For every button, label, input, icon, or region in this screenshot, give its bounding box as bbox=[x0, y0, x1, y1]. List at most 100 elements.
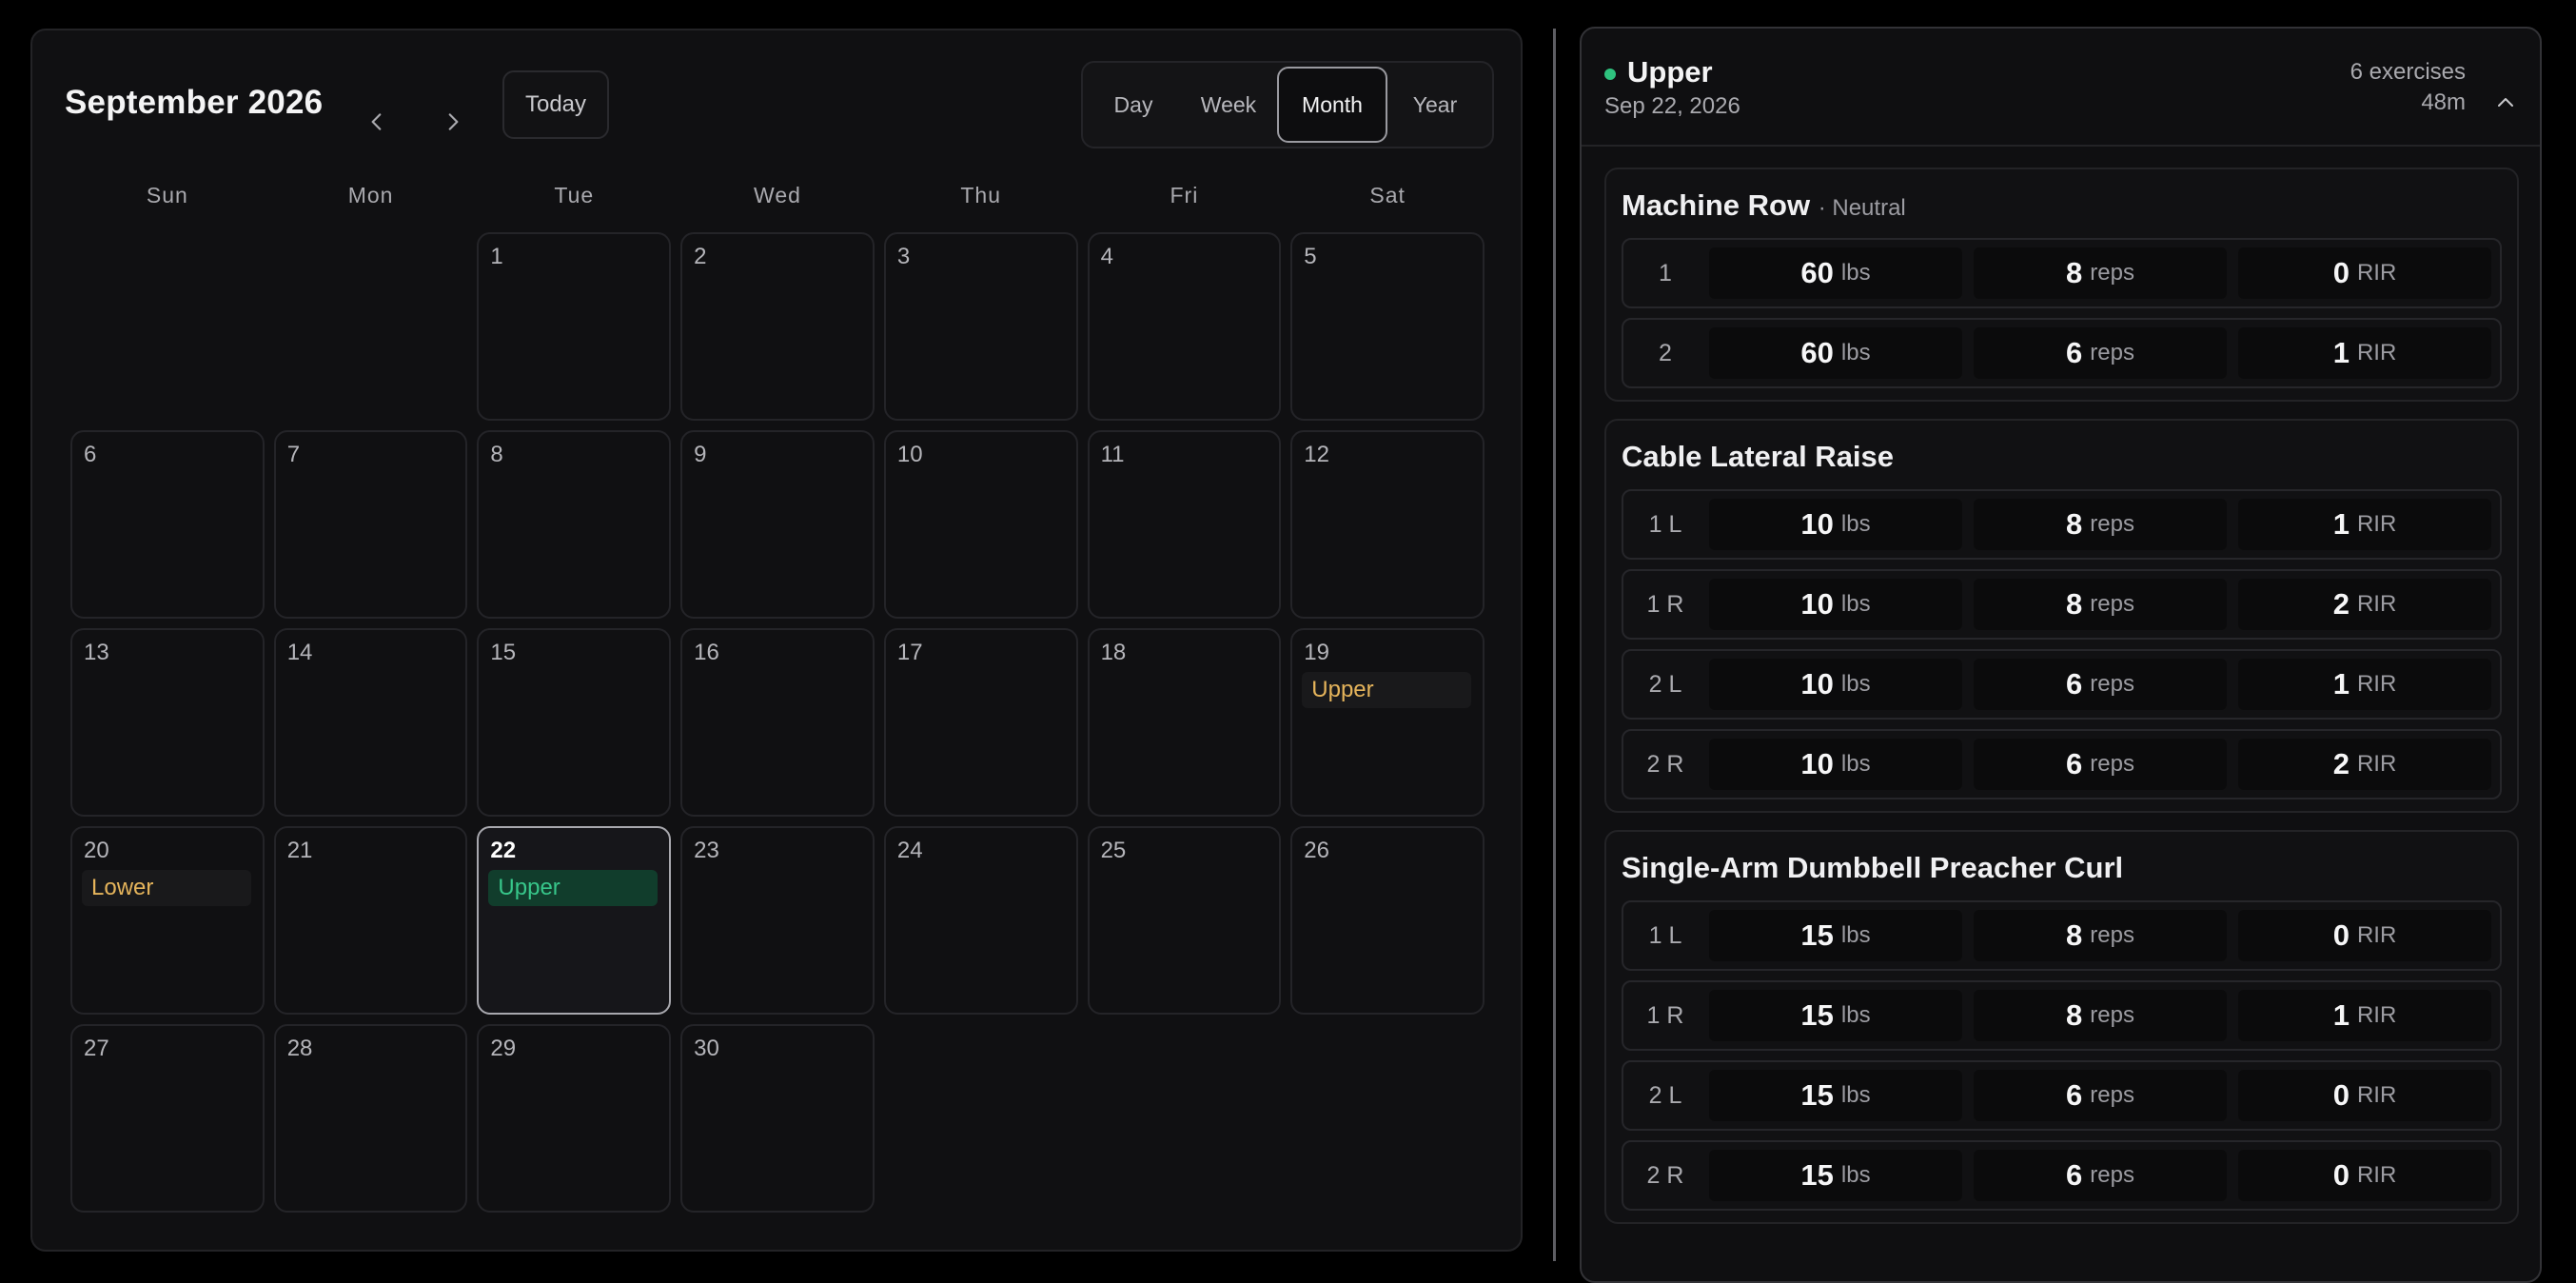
day-cell[interactable]: 17 bbox=[883, 628, 1078, 817]
day-cell[interactable]: 6 bbox=[70, 430, 265, 619]
set-row[interactable]: 1 L 10 lbs 8 reps 1 RIR bbox=[1622, 489, 2502, 560]
weight-value-field[interactable]: 10 lbs bbox=[1709, 499, 1962, 550]
rir-value-field[interactable]: 0 RIR bbox=[2238, 1070, 2491, 1121]
day-cell[interactable]: 22 Upper bbox=[477, 826, 672, 1015]
reps-value-field[interactable]: 8 reps bbox=[1974, 910, 2227, 961]
day-cell[interactable]: 11 bbox=[1087, 430, 1282, 619]
day-cell[interactable]: 20 Lower bbox=[70, 826, 265, 1015]
weight-value-field[interactable]: 15 lbs bbox=[1709, 990, 1962, 1041]
rir-value-field[interactable]: 2 RIR bbox=[2238, 579, 2491, 630]
exercise-count: 6 exercises bbox=[2350, 59, 2466, 85]
rir-value-field[interactable]: 0 RIR bbox=[2238, 1150, 2491, 1201]
weight-value-field[interactable]: 15 lbs bbox=[1709, 1070, 1962, 1121]
set-row[interactable]: 2 R 10 lbs 6 reps 2 RIR bbox=[1622, 729, 2502, 799]
exercise-title: Single-Arm Dumbbell Preacher Curl bbox=[1622, 851, 2123, 885]
rir-value-field[interactable]: 2 RIR bbox=[2238, 739, 2491, 790]
day-number: 2 bbox=[694, 244, 707, 269]
day-cell[interactable]: 3 bbox=[883, 232, 1078, 421]
weight-value-field[interactable]: 60 lbs bbox=[1709, 327, 1962, 379]
reps-value-field[interactable]: 8 reps bbox=[1974, 499, 2227, 550]
rir-value-field[interactable]: 0 RIR bbox=[2238, 910, 2491, 961]
reps-value-field[interactable]: 6 reps bbox=[1974, 327, 2227, 379]
rir-value-field[interactable]: 0 RIR bbox=[2238, 247, 2491, 299]
day-cell[interactable]: 9 bbox=[680, 430, 875, 619]
reps-value: 6 bbox=[2066, 1158, 2083, 1192]
weight-value-field[interactable]: 15 lbs bbox=[1709, 1150, 1962, 1201]
day-cell[interactable]: 19 Upper bbox=[1290, 628, 1485, 817]
reps-value-field[interactable]: 6 reps bbox=[1974, 659, 2227, 710]
view-switcher: Day Week Month Year bbox=[1081, 61, 1494, 148]
day-cell[interactable]: 13 bbox=[70, 628, 265, 817]
weight-value-field[interactable]: 60 lbs bbox=[1709, 247, 1962, 299]
weight-unit: lbs bbox=[1840, 1002, 1871, 1028]
reps-value-field[interactable]: 8 reps bbox=[1974, 579, 2227, 630]
weekday-label: Sun bbox=[146, 183, 188, 207]
day-number: 4 bbox=[1100, 244, 1113, 269]
exercise-card: Machine Row · Neutral 1 60 lbs 8 reps 0 RIR 2 60 l… bbox=[1604, 168, 2519, 402]
exercise-card: Single-Arm Dumbbell Preacher Curl 1 L 15 lb… bbox=[1604, 830, 2519, 1224]
day-cell[interactable]: 18 bbox=[1087, 628, 1282, 817]
day-cell[interactable]: 28 bbox=[273, 1024, 468, 1213]
view-month-tab[interactable]: Month bbox=[1277, 67, 1387, 143]
rir-value-field[interactable]: 1 RIR bbox=[2238, 499, 2491, 550]
rir-value-field[interactable]: 1 RIR bbox=[2238, 327, 2491, 379]
rir-value-field[interactable]: 1 RIR bbox=[2238, 990, 2491, 1041]
collapse-button[interactable] bbox=[2490, 88, 2521, 118]
today-button[interactable]: Today bbox=[502, 70, 609, 139]
reps-value: 6 bbox=[2066, 1078, 2083, 1112]
day-cell[interactable]: 24 bbox=[883, 826, 1078, 1015]
view-year-tab[interactable]: Year bbox=[1387, 67, 1483, 143]
next-month-button[interactable] bbox=[434, 103, 472, 141]
prev-month-button[interactable] bbox=[358, 103, 396, 141]
set-row[interactable]: 1 R 10 lbs 8 reps 2 RIR bbox=[1622, 569, 2502, 640]
day-cell[interactable]: 30 bbox=[680, 1024, 875, 1213]
day-cell[interactable]: 8 bbox=[477, 430, 672, 619]
view-week-tab[interactable]: Week bbox=[1180, 67, 1277, 143]
weight-value-field[interactable]: 10 lbs bbox=[1709, 739, 1962, 790]
workout-event-chip[interactable]: Upper bbox=[1302, 672, 1471, 708]
day-cell[interactable]: 26 bbox=[1290, 826, 1485, 1015]
workout-event-chip[interactable]: Lower bbox=[82, 870, 251, 906]
reps-value-field[interactable]: 6 reps bbox=[1974, 1070, 2227, 1121]
reps-unit: reps bbox=[2090, 751, 2134, 777]
day-cell[interactable]: 1 bbox=[477, 232, 672, 421]
day-number: 13 bbox=[84, 640, 109, 665]
set-row[interactable]: 1 L 15 lbs 8 reps 0 RIR bbox=[1622, 900, 2502, 971]
workout-event-chip[interactable]: Upper bbox=[488, 870, 659, 906]
reps-value-field[interactable]: 8 reps bbox=[1974, 247, 2227, 299]
day-cell[interactable]: 25 bbox=[1087, 826, 1282, 1015]
day-cell[interactable]: 7 bbox=[273, 430, 468, 619]
set-row[interactable]: 1 R 15 lbs 8 reps 1 RIR bbox=[1622, 980, 2502, 1051]
reps-value: 6 bbox=[2066, 667, 2083, 701]
day-cell[interactable]: 16 bbox=[680, 628, 875, 817]
day-cell[interactable]: 23 bbox=[680, 826, 875, 1015]
weight-value-field[interactable]: 15 lbs bbox=[1709, 910, 1962, 961]
view-day-tab[interactable]: Day bbox=[1087, 67, 1180, 143]
day-cell[interactable]: 10 bbox=[883, 430, 1078, 619]
set-row[interactable]: 2 60 lbs 6 reps 1 RIR bbox=[1622, 318, 2502, 388]
exercise-name: Cable Lateral Raise bbox=[1622, 440, 1895, 473]
reps-unit: reps bbox=[2090, 1162, 2134, 1188]
day-cell[interactable]: 5 bbox=[1290, 232, 1485, 421]
rir-value-field[interactable]: 1 RIR bbox=[2238, 659, 2491, 710]
day-cell[interactable]: 12 bbox=[1290, 430, 1485, 619]
panel-resize-handle[interactable] bbox=[1553, 29, 1556, 1261]
set-row[interactable]: 1 60 lbs 8 reps 0 RIR bbox=[1622, 238, 2502, 308]
set-row[interactable]: 2 R 15 lbs 6 reps 0 RIR bbox=[1622, 1140, 2502, 1211]
set-row[interactable]: 2 L 10 lbs 6 reps 1 RIR bbox=[1622, 649, 2502, 720]
day-cell[interactable]: 27 bbox=[70, 1024, 265, 1213]
set-row[interactable]: 2 L 15 lbs 6 reps 0 RIR bbox=[1622, 1060, 2502, 1131]
reps-value-field[interactable]: 6 reps bbox=[1974, 1150, 2227, 1201]
day-cell[interactable]: 15 bbox=[477, 628, 672, 817]
day-cell[interactable]: 29 bbox=[477, 1024, 672, 1213]
reps-value-field[interactable]: 8 reps bbox=[1974, 990, 2227, 1041]
day-cell[interactable]: 14 bbox=[273, 628, 468, 817]
workout-header[interactable]: Upper Sep 22, 2026 6 exercises 48m bbox=[1582, 29, 2540, 147]
day-number: 12 bbox=[1304, 442, 1329, 467]
reps-value-field[interactable]: 6 reps bbox=[1974, 739, 2227, 790]
day-cell[interactable]: 4 bbox=[1087, 232, 1282, 421]
weight-value-field[interactable]: 10 lbs bbox=[1709, 659, 1962, 710]
day-cell[interactable]: 21 bbox=[273, 826, 468, 1015]
day-cell[interactable]: 2 bbox=[680, 232, 875, 421]
weight-value-field[interactable]: 10 lbs bbox=[1709, 579, 1962, 630]
